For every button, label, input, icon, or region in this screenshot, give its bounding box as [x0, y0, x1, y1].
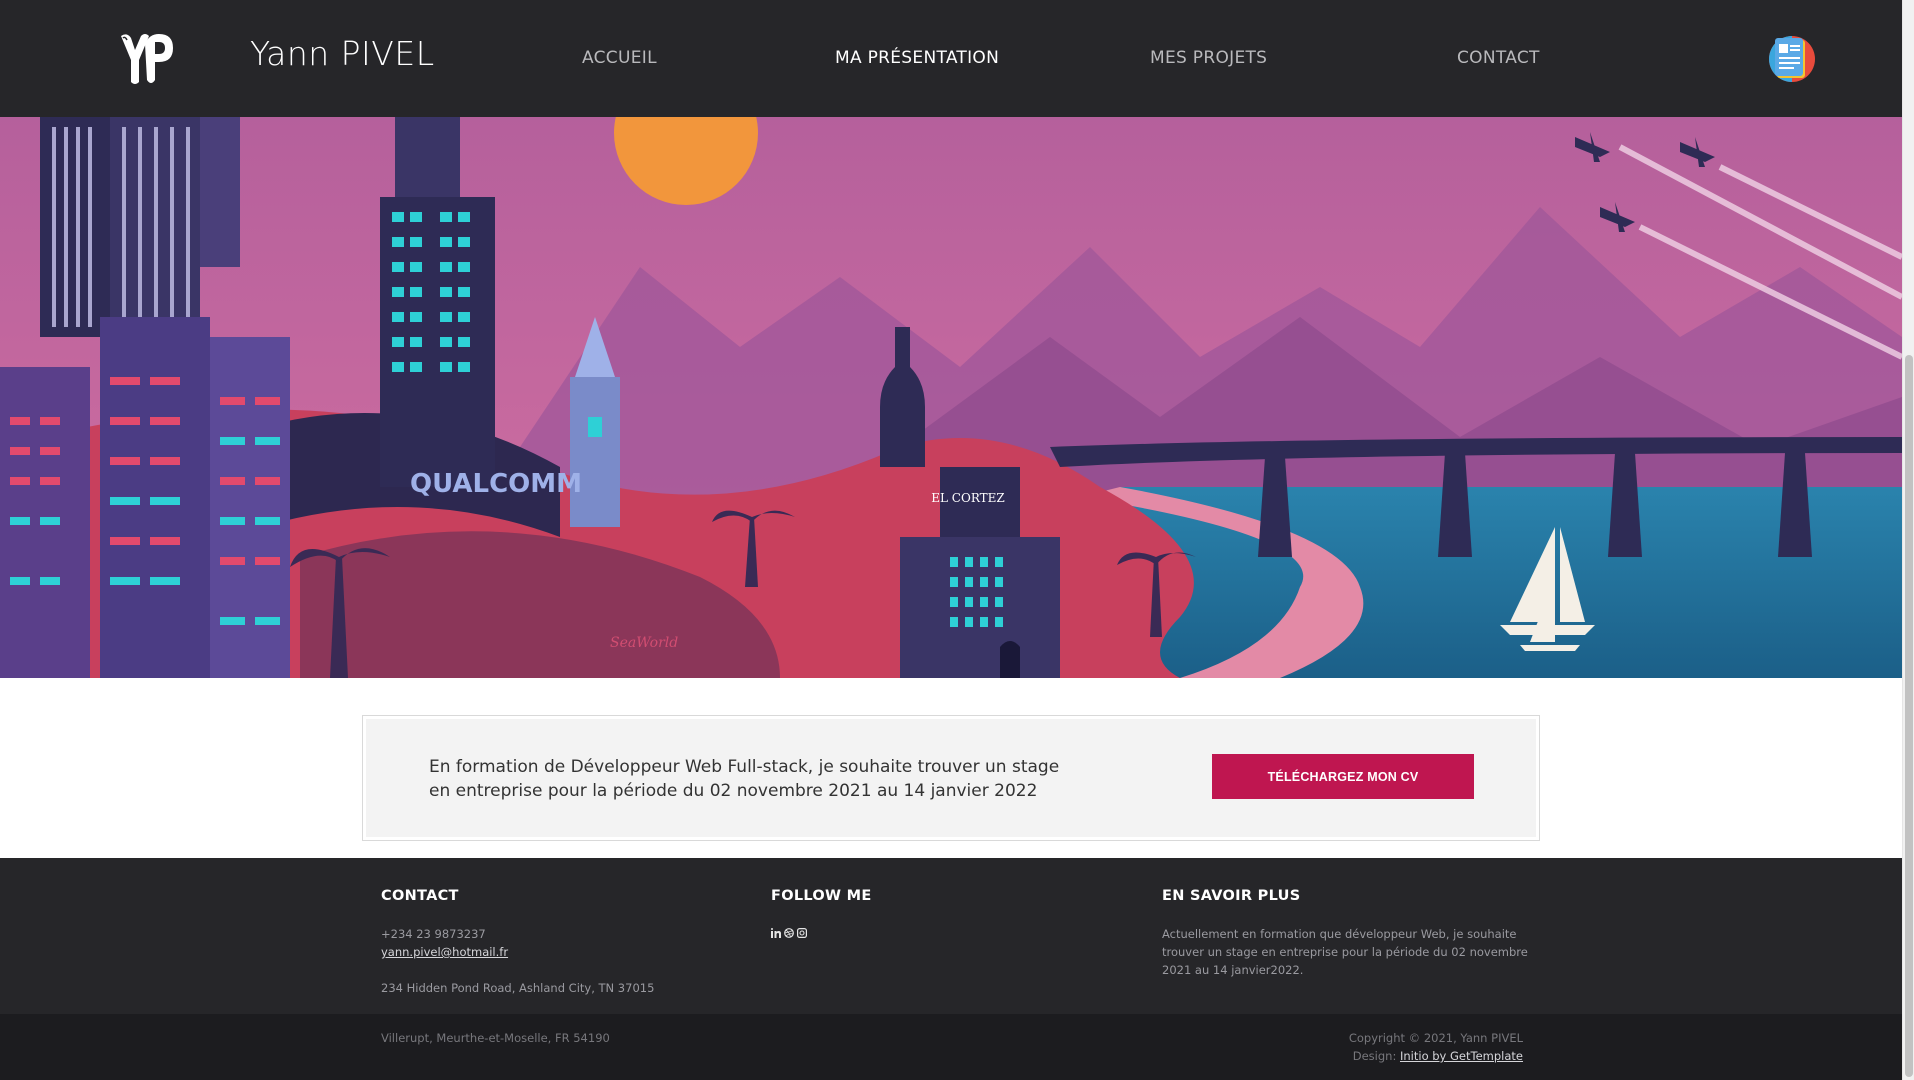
- design-prefix: Design:: [1352, 1049, 1397, 1063]
- qualcomm-sign: QUALCOMM: [410, 469, 582, 499]
- dribbble-icon[interactable]: [784, 928, 794, 941]
- scrollbar-thumb[interactable]: [1905, 355, 1913, 1077]
- nav-accueil[interactable]: ACCUEIL: [582, 48, 657, 68]
- resume-icon[interactable]: [1767, 34, 1817, 84]
- page-scrollbar[interactable]: [1902, 0, 1914, 1080]
- design-credit-link[interactable]: Initio by GetTemplate: [1400, 1049, 1523, 1063]
- footer-email-link[interactable]: yann.pivel@hotmail.fr: [381, 945, 508, 959]
- footer-copyright: Copyright © 2021, Yann PIVEL: [1348, 1031, 1523, 1045]
- footer-about-text: Actuellement en formation que développeu…: [1162, 927, 1528, 977]
- linkedin-icon[interactable]: [771, 928, 781, 941]
- footer-address: 234 Hidden Pond Road, Ashland City, TN 3…: [381, 981, 655, 995]
- city-skyline-illustration: QUALCOMM EL CORTEZ SeaWorld: [0, 117, 1902, 678]
- instagram-icon[interactable]: [797, 928, 808, 941]
- yp-monogram-logo[interactable]: [115, 28, 183, 90]
- callout-text: En formation de Développeur Web Full-sta…: [429, 757, 1060, 801]
- footer-bottom-bar: [0, 1014, 1902, 1080]
- footer-about-heading: EN SAVOIR PLUS: [1162, 888, 1301, 904]
- seaworld-sign: SeaWorld: [610, 635, 678, 651]
- download-cv-button[interactable]: TÉLÉCHARGEZ MON CV: [1212, 754, 1474, 799]
- nav-mes-projets[interactable]: MES PROJETS: [1150, 48, 1267, 68]
- el-cortez-sign: EL CORTEZ: [931, 491, 1005, 505]
- footer: [0, 858, 1902, 1014]
- site-header: Yann PIVEL ACCUEIL MA PRÉSENTATION MES P…: [0, 0, 1902, 117]
- nav-ma-presentation[interactable]: MA PRÉSENTATION: [835, 48, 999, 68]
- nav-contact[interactable]: CONTACT: [1457, 48, 1540, 68]
- footer-follow-heading: FOLLOW ME: [771, 888, 872, 904]
- internship-callout: En formation de Développeur Web Full-sta…: [362, 715, 1540, 841]
- footer-phone: +234 23 9873237: [381, 927, 486, 941]
- footer-contact-heading: CONTACT: [381, 888, 459, 904]
- footer-location: Villerupt, Meurthe-et-Moselle, FR 54190: [381, 1031, 610, 1045]
- footer-design-credit: Design: Initio by GetTemplate: [1353, 1047, 1523, 1065]
- social-links: [771, 928, 808, 941]
- site-name[interactable]: Yann PIVEL: [250, 34, 435, 73]
